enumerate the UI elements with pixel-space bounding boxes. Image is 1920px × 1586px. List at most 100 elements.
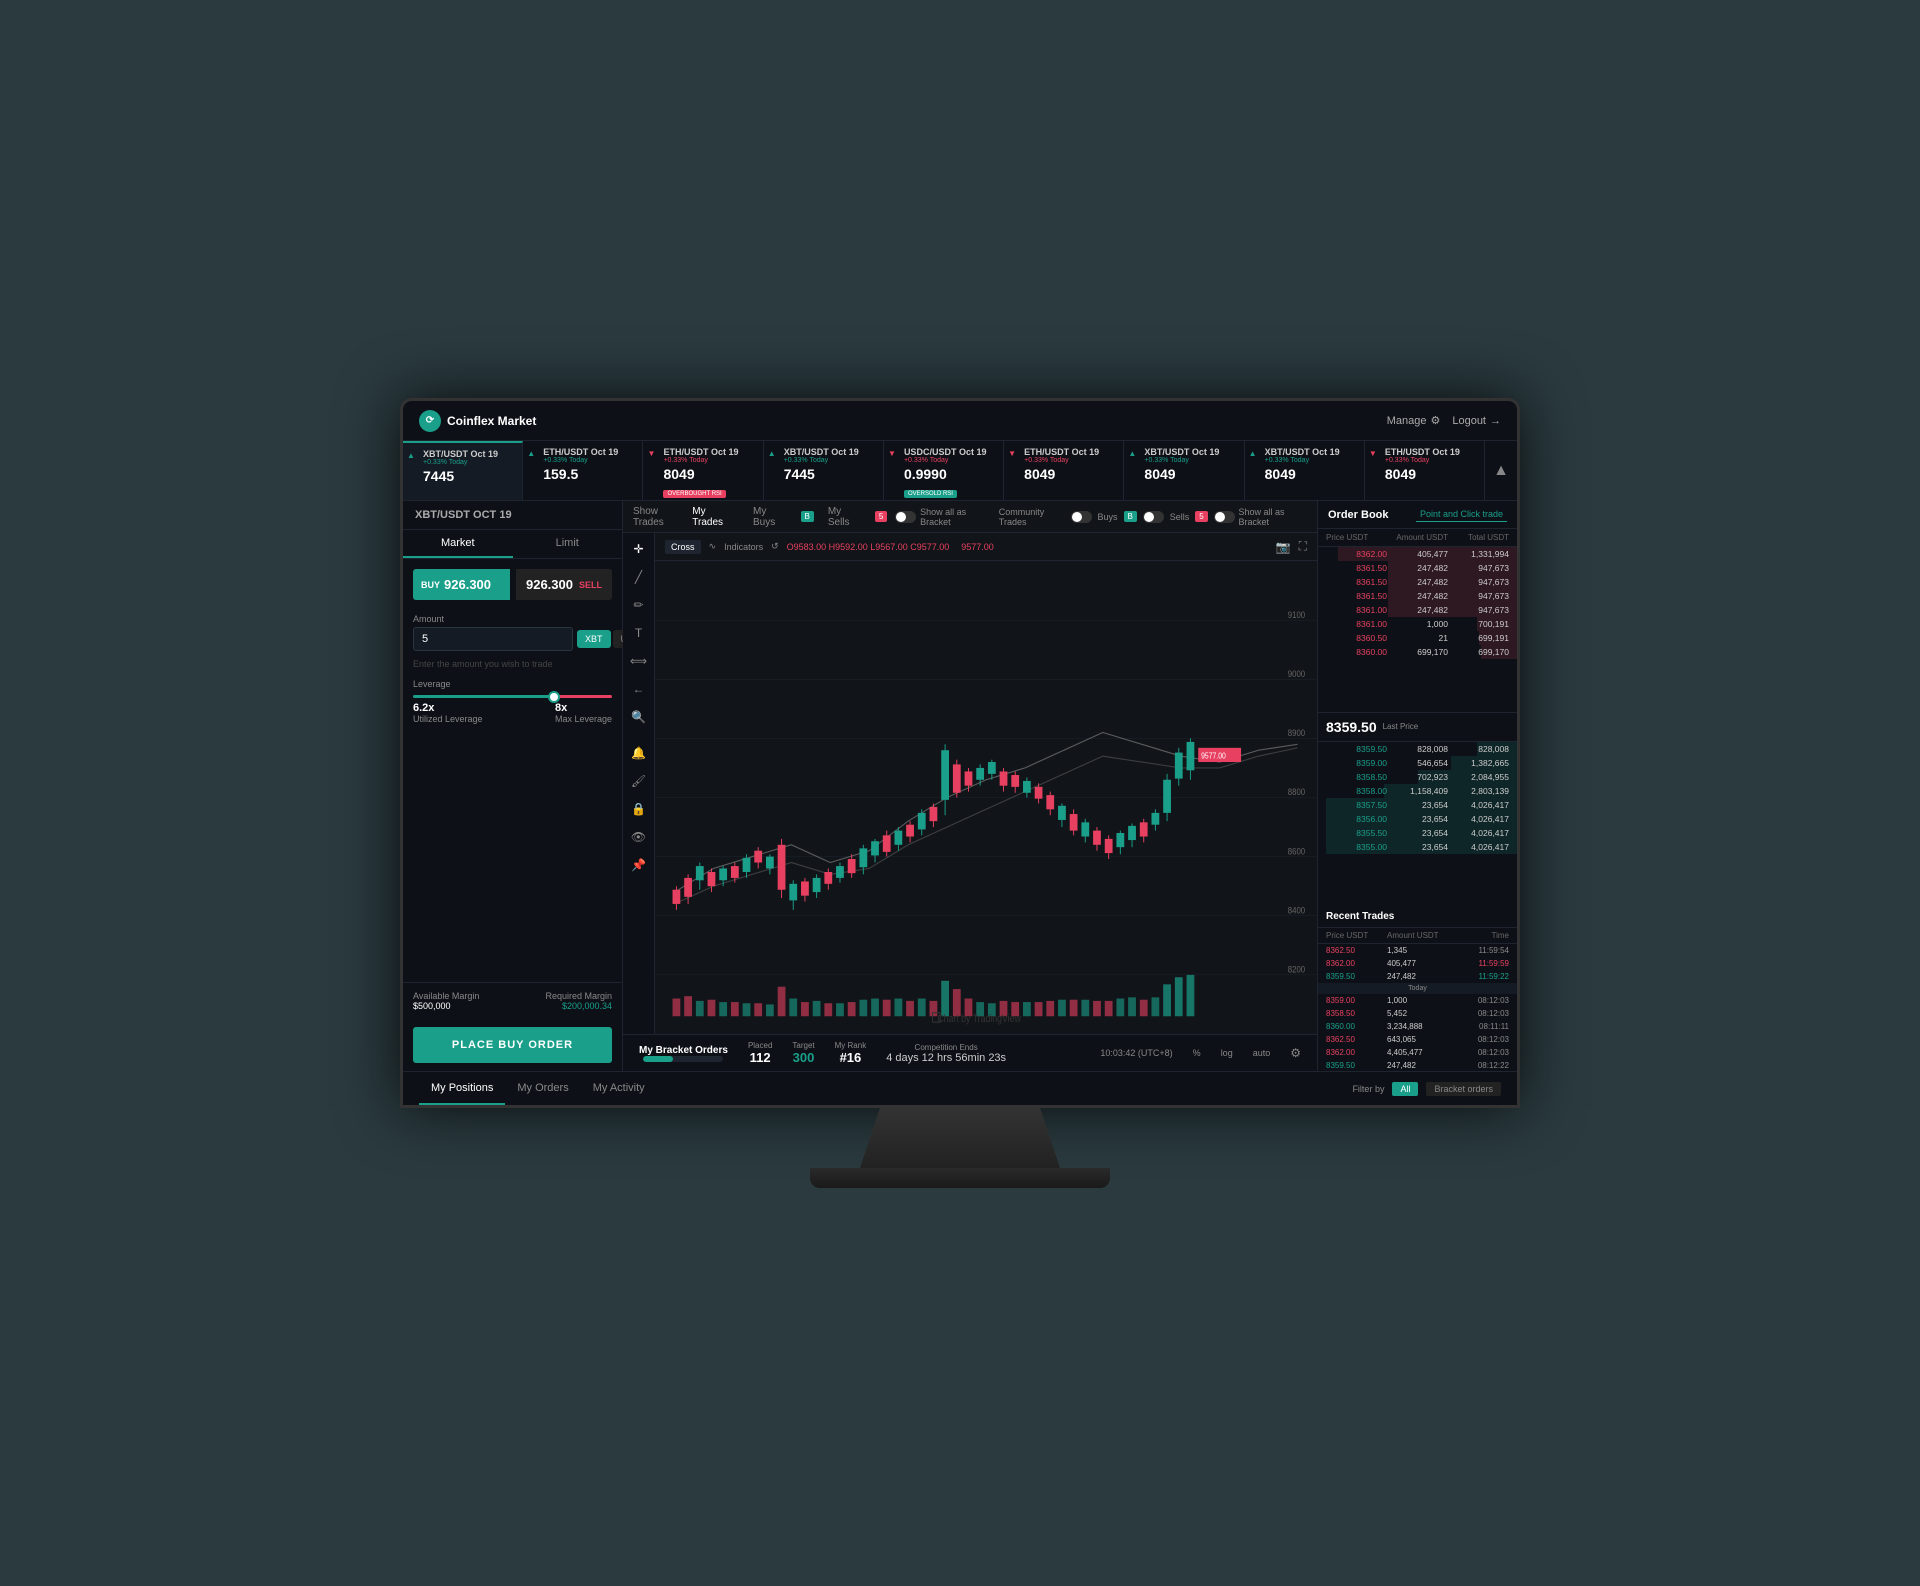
trade-row[interactable]: 8359.50 247,482 08:12:22 [1318, 1059, 1517, 1071]
bracket-toggle-switch[interactable] [895, 511, 916, 523]
chart-area: Show Trades My Trades My Buys B My Sells… [623, 501, 1317, 1071]
buy-sell-row: BUY 926.300 926.300 SELL [413, 569, 612, 600]
bid-rows: 8359.50 828,008 828,008 8359.00 546,654 … [1318, 742, 1517, 907]
tool-text[interactable]: T [629, 623, 649, 643]
tool-pin[interactable]: 📌 [629, 855, 649, 875]
oversold-badge: OVERSOLD RSI [904, 490, 957, 498]
tab-my-positions[interactable]: My Positions [419, 1072, 505, 1105]
svg-text:9100: 9100 [1288, 609, 1305, 620]
trade-row[interactable]: 8362.50 643,065 08:12:03 [1318, 1033, 1517, 1046]
ask-row[interactable]: 8361.00 1,000 700,191 [1318, 617, 1517, 631]
fullscreen-icon[interactable]: ⛶ [1299, 539, 1307, 554]
bid-row[interactable]: 8358.00 1,158,409 2,803,139 [1318, 784, 1517, 798]
trade-row[interactable]: 8358.50 5,452 08:12:03 [1318, 1007, 1517, 1020]
trades-tabs: My Trades My Buys B My Sells 5 Show all … [686, 504, 989, 530]
bid-row[interactable]: 8359.00 546,654 1,382,665 [1318, 756, 1517, 770]
tool-measure[interactable]: ⟺ [629, 651, 649, 671]
ticker-item-1[interactable]: ▲ ETH/USDT Oct 19 +0.33% Today 159.5 [523, 441, 643, 500]
screenshot-icon[interactable]: 📷 [1276, 540, 1291, 554]
monitor-screen: ⟳ Coinflex Market Manage ⚙ Logout → ▲ [400, 398, 1520, 1108]
tool-line[interactable]: ╱ [629, 567, 649, 587]
amount-input[interactable] [413, 627, 573, 651]
community-buys-toggle[interactable] [1071, 511, 1092, 523]
ticker-item-6[interactable]: ▲ XBT/USDT Oct 19 +0.33% Today 8049 [1124, 441, 1244, 500]
percent-label: % [1193, 1048, 1201, 1058]
chart-type-cross[interactable]: Cross [665, 540, 701, 554]
ask-row[interactable]: 8361.00 247,482 947,673 [1318, 603, 1517, 617]
trade-row[interactable]: 8362.00 405,477 11:59:59 [1318, 957, 1517, 970]
logo-icon: ⟳ [419, 410, 441, 432]
ticker-item-7[interactable]: ▲ XBT/USDT Oct 19 +0.33% Today 8049 [1245, 441, 1365, 500]
ticker-item-5[interactable]: ▼ ETH/USDT Oct 19 +0.33% Today 8049 [1004, 441, 1124, 500]
tab-my-orders[interactable]: My Orders [505, 1072, 580, 1105]
ask-rows: 8362.00 405,477 1,331,994 8361.50 247,48… [1318, 547, 1517, 712]
tab-my-trades[interactable]: My Trades [686, 504, 739, 530]
place-buy-order-button[interactable]: PLACE BUY ORDER [413, 1027, 612, 1063]
bid-row[interactable]: 8357.50 23,654 4,026,417 [1318, 798, 1517, 812]
ask-row[interactable]: 8360.00 699,170 699,170 [1318, 645, 1517, 659]
ask-row[interactable]: 8361.50 247,482 947,673 [1318, 575, 1517, 589]
date-separator: Today [1318, 983, 1517, 994]
bid-row[interactable]: 8355.00 23,654 4,026,417 [1318, 840, 1517, 854]
tab-market[interactable]: Market [403, 530, 513, 558]
candlestick-chart[interactable]: 9100 9000 8900 8800 8600 8400 8200 [655, 561, 1317, 1034]
bid-row[interactable]: 8355.50 23,654 4,026,417 [1318, 826, 1517, 840]
tool-brush[interactable]: 🖌 [629, 771, 649, 791]
monitor-stand [860, 1108, 1060, 1168]
ticker-arrow-up: ▲ [768, 449, 776, 458]
trade-row[interactable]: 8362.00 4,405,477 08:12:03 [1318, 1046, 1517, 1059]
bid-row[interactable]: 8356.00 23,654 4,026,417 [1318, 812, 1517, 826]
indicators-button[interactable]: Indicators [724, 542, 763, 552]
manage-button[interactable]: Manage ⚙ [1387, 414, 1441, 427]
ticker-item-3[interactable]: ▲ XBT/USDT Oct 19 +0.33% Today 7445 [764, 441, 884, 500]
bottom-tabs: My Positions My Orders My Activity Filte… [403, 1071, 1517, 1105]
ask-row[interactable]: 8360.50 21 699,191 [1318, 631, 1517, 645]
show-trades-button[interactable]: Show Trades [633, 506, 686, 528]
ohlc-display: O9583.00 H9592.00 L9567.00 C9577.00 [787, 542, 950, 552]
tab-limit[interactable]: Limit [513, 530, 623, 558]
tab-my-sells[interactable]: My Sells [822, 504, 867, 530]
tab-my-activity[interactable]: My Activity [581, 1072, 657, 1105]
tool-pencil[interactable]: ✏ [629, 595, 649, 615]
ticker-item-4[interactable]: ▼ USDC/USDT Oct 19 +0.33% Today 0.9990 O… [884, 441, 1004, 500]
filter-all-button[interactable]: All [1392, 1082, 1418, 1096]
trade-row[interactable]: 8362.50 1,345 11:59:54 [1318, 944, 1517, 957]
chart-header-row: Cross ∿ Indicators ↺ O9583.00 H9592.00 L… [655, 533, 1317, 561]
comm-sells-count: 5 [1195, 511, 1207, 522]
svg-text:9577.00: 9577.00 [1201, 751, 1226, 761]
trade-row[interactable]: 8359.00 1,000 08:12:03 [1318, 994, 1517, 1007]
trade-row[interactable]: 8360.00 3,234,888 08:11:11 [1318, 1020, 1517, 1033]
logout-button[interactable]: Logout → [1452, 415, 1501, 427]
ticker-item-0[interactable]: ▲ XBT/USDT Oct 19 +0.33% Today 7445 [403, 441, 523, 500]
sell-button[interactable]: 926.300 SELL [516, 569, 612, 600]
tool-bell[interactable]: 🔔 [629, 743, 649, 763]
currency-xbt[interactable]: XBT [577, 630, 611, 648]
leverage-section: Leverage 6.2x Utilized Leverage 8x Max L… [403, 673, 622, 730]
community-sells-toggle[interactable] [1143, 511, 1164, 523]
ticker-arrow-down: ▼ [888, 449, 896, 458]
tool-zoom[interactable]: 🔍 [629, 707, 649, 727]
bid-row[interactable]: 8358.50 702,923 2,084,955 [1318, 770, 1517, 784]
ticker-item-8[interactable]: ▼ ETH/USDT Oct 19 +0.33% Today 8049 [1365, 441, 1485, 500]
ask-row[interactable]: 8361.50 247,482 947,673 [1318, 561, 1517, 575]
ask-row[interactable]: 8361.50 247,482 947,673 [1318, 589, 1517, 603]
tool-eye[interactable]: 👁 [629, 827, 649, 847]
tab-my-buys[interactable]: My Buys [747, 504, 792, 530]
settings-icon[interactable]: ⚙ [1290, 1046, 1301, 1060]
monitor-base [810, 1168, 1110, 1188]
ticker-collapse-button[interactable]: ▲ [1485, 441, 1517, 500]
trade-row[interactable]: 8359.50 247,482 11:59:22 [1318, 970, 1517, 983]
recent-trades-rows: 8362.50 1,345 11:59:54 8362.00 405,477 1… [1318, 944, 1517, 1071]
left-panel: XBT/USDT OCT 19 Market Limit BUY 926.300… [403, 501, 623, 1071]
ticker-item-2[interactable]: ▼ ETH/USDT Oct 19 +0.33% Today 8049 OVER… [643, 441, 763, 500]
bid-row[interactable]: 8359.50 828,008 828,008 [1318, 742, 1517, 756]
nav-right: Manage ⚙ Logout → [1387, 414, 1501, 427]
leverage-slider[interactable] [413, 695, 612, 698]
ask-row[interactable]: 8362.00 405,477 1,331,994 [1318, 547, 1517, 561]
tool-crosshair[interactable]: ✛ [629, 539, 649, 559]
comm-bracket-toggle[interactable] [1214, 511, 1235, 523]
tool-arrow[interactable]: ← [629, 679, 649, 699]
tab-point-click[interactable]: Point and Click trade [1416, 507, 1507, 522]
tool-lock[interactable]: 🔒 [629, 799, 649, 819]
filter-bracket-button[interactable]: Bracket orders [1426, 1082, 1501, 1096]
